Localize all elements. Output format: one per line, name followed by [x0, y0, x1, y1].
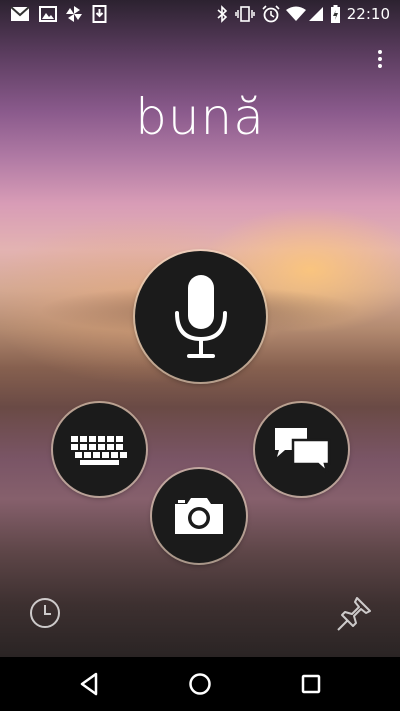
overflow-menu-button[interactable] [376, 50, 384, 70]
camera-icon [175, 498, 223, 534]
wifi-icon [286, 6, 306, 21]
download-icon [92, 5, 107, 23]
alarm-icon [262, 5, 280, 23]
microphone-button[interactable] [135, 251, 266, 382]
gallery-icon [39, 6, 57, 22]
greeting-title: bună [135, 88, 265, 146]
bluetooth-icon [217, 5, 228, 23]
menu-dot [378, 57, 382, 61]
microphone-icon [174, 274, 227, 358]
home-button[interactable] [186, 670, 214, 698]
chat-bubbles-icon [274, 427, 330, 474]
back-button[interactable] [76, 670, 104, 698]
menu-dot [378, 50, 382, 54]
conversation-button[interactable] [255, 403, 348, 496]
status-bar: 22:10 [0, 0, 400, 28]
status-time: 22:10 [346, 5, 390, 23]
vibrate-icon [235, 6, 255, 22]
pin-icon[interactable] [335, 595, 373, 633]
history-icon[interactable] [29, 597, 61, 629]
keyboard-button[interactable] [53, 403, 146, 496]
navigation-bar [0, 657, 400, 711]
signal-icon [309, 7, 323, 21]
recents-button[interactable] [297, 670, 325, 698]
pinwheel-icon [66, 6, 82, 22]
battery-icon [331, 5, 340, 23]
camera-button[interactable] [152, 469, 246, 563]
gmail-icon [10, 6, 30, 21]
keyboard-icon [70, 435, 127, 465]
menu-dot [378, 64, 382, 68]
